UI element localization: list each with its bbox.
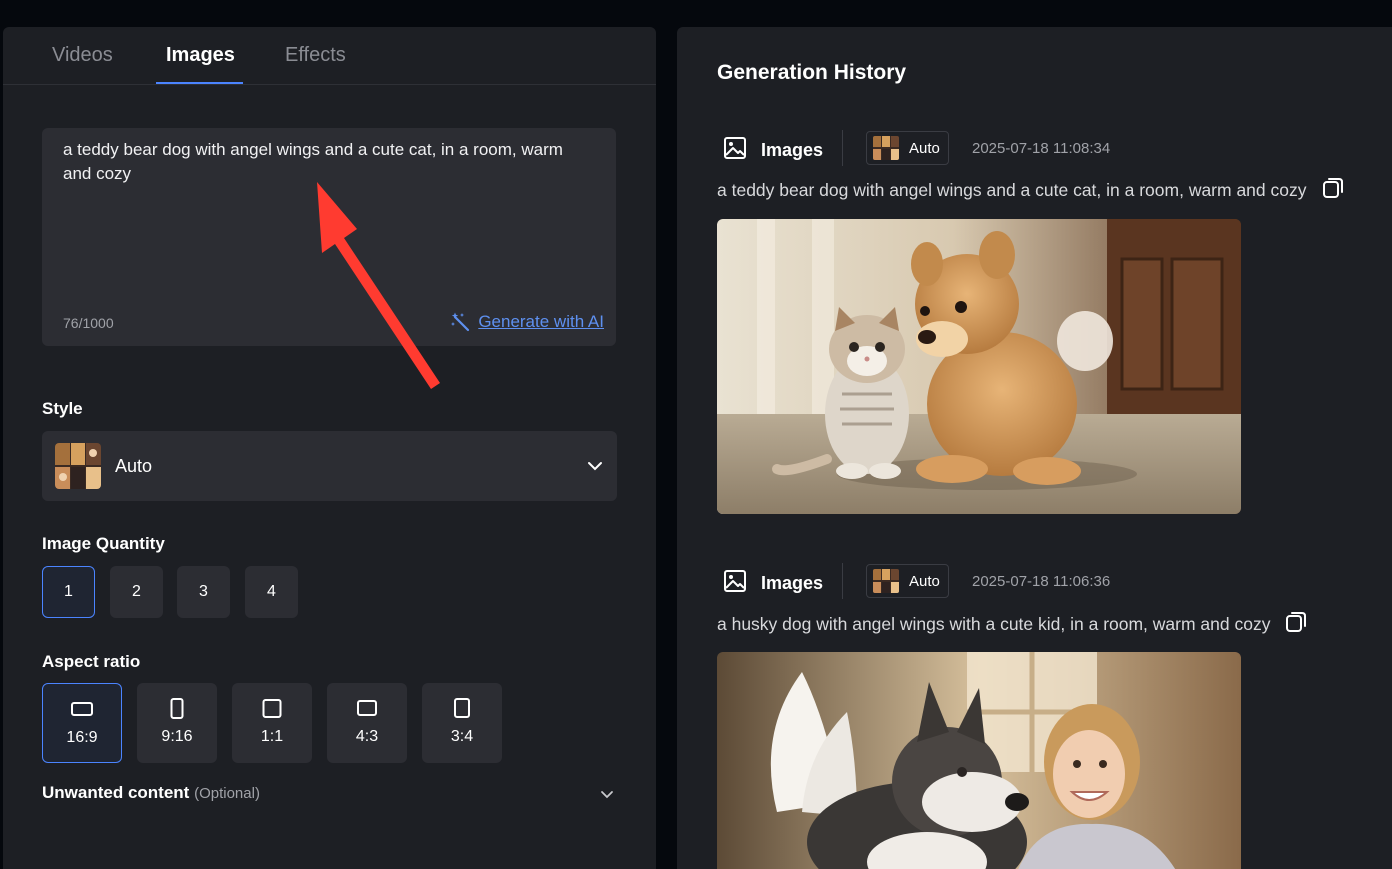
aspect-option-4-3[interactable]: 4:3	[327, 683, 407, 763]
entry-prompt: a teddy bear dog with angel wings and a …	[717, 176, 1345, 205]
history-entry-header: Images Auto 2025-07-18 11:08:34	[717, 130, 1357, 166]
active-tab-indicator	[156, 82, 243, 84]
aspect-option-label: 4:3	[355, 728, 379, 745]
history-entry-header: Images Auto 2025-07-18 11:06:36	[717, 563, 1357, 599]
style-thumbnail	[55, 443, 101, 489]
aspect-option-3-4[interactable]: 3:4	[422, 683, 502, 763]
generated-image-teddy-dog-cat[interactable]	[717, 219, 1241, 514]
aspect-option-16-9[interactable]: 16:9	[42, 683, 122, 763]
unwanted-content-label: Unwanted content	[42, 783, 190, 802]
generation-settings-panel: Videos Images Effects 76/1000 Generate w…	[3, 27, 656, 869]
image-icon	[723, 569, 747, 598]
entry-prompt: a husky dog with angel wings with a cute…	[717, 610, 1308, 639]
aspect-option-label: 1:1	[260, 728, 284, 745]
entry-timestamp: 2025-07-18 11:08:34	[972, 140, 1111, 157]
aspect-option-9-16[interactable]: 9:16	[137, 683, 217, 763]
prompt-box: 76/1000 Generate with AI	[42, 128, 616, 346]
entry-style-badge: Auto	[866, 564, 949, 598]
generate-with-ai-label: Generate with AI	[478, 312, 604, 331]
entry-type: Images	[723, 569, 823, 598]
tab-videos[interactable]: Videos	[52, 44, 113, 67]
image-icon	[723, 136, 747, 165]
entry-type: Images	[723, 136, 823, 165]
entry-style-label: Auto	[909, 572, 940, 590]
divider	[842, 130, 843, 166]
char-count: 76/1000	[63, 315, 114, 331]
chevron-down-icon[interactable]	[600, 787, 614, 805]
tab-effects[interactable]: Effects	[285, 44, 346, 67]
magic-wand-icon	[451, 312, 471, 332]
quantity-option-3[interactable]: 3	[177, 566, 230, 618]
optional-hint: (Optional)	[194, 785, 260, 802]
style-dropdown[interactable]: Auto	[42, 431, 617, 501]
style-heading: Style	[42, 399, 83, 418]
entry-type-label: Images	[761, 140, 824, 160]
aspect-option-label: 9:16	[161, 728, 193, 745]
generated-image-husky-kid[interactable]	[717, 652, 1241, 869]
square-icon	[262, 699, 282, 718]
chevron-down-icon	[587, 459, 603, 477]
entry-timestamp: 2025-07-18 11:06:36	[972, 573, 1111, 590]
quantity-option-1[interactable]: 1	[42, 566, 95, 618]
tab-images[interactable]: Images	[166, 44, 235, 67]
mode-tabs: Videos Images Effects	[3, 27, 656, 85]
copy-icon[interactable]	[1284, 610, 1308, 639]
entry-prompt-text: a teddy bear dog with angel wings and a …	[717, 180, 1307, 200]
aspect-ratio-heading: Aspect ratio	[42, 652, 141, 671]
style-thumbnail	[873, 569, 899, 593]
entry-type-label: Images	[761, 573, 824, 593]
quantity-option-2[interactable]: 2	[110, 566, 163, 618]
style-selected-value: Auto	[115, 456, 153, 476]
entry-style-badge: Auto	[866, 131, 949, 165]
prompt-input[interactable]	[63, 138, 593, 306]
style-thumbnail	[873, 136, 899, 160]
unwanted-content-toggle[interactable]: Unwanted content (Optional)	[42, 783, 260, 803]
generation-history-panel: Generation History Images Auto 2025-07-1…	[677, 27, 1392, 869]
portrait-icon	[454, 698, 470, 718]
image-quantity-heading: Image Quantity	[42, 534, 165, 553]
generate-with-ai-link[interactable]: Generate with AI	[451, 312, 604, 332]
aspect-option-1-1[interactable]: 1:1	[232, 683, 312, 763]
portrait-icon	[170, 698, 184, 719]
aspect-option-label: 16:9	[66, 729, 98, 746]
generation-history-title: Generation History	[717, 61, 907, 84]
entry-style-label: Auto	[909, 139, 940, 157]
landscape-icon	[71, 702, 93, 716]
entry-prompt-text: a husky dog with angel wings with a cute…	[717, 614, 1271, 634]
landscape-icon	[357, 700, 377, 716]
quantity-option-4[interactable]: 4	[245, 566, 298, 618]
aspect-option-label: 3:4	[450, 728, 474, 745]
copy-icon[interactable]	[1321, 176, 1345, 205]
divider	[842, 563, 843, 599]
